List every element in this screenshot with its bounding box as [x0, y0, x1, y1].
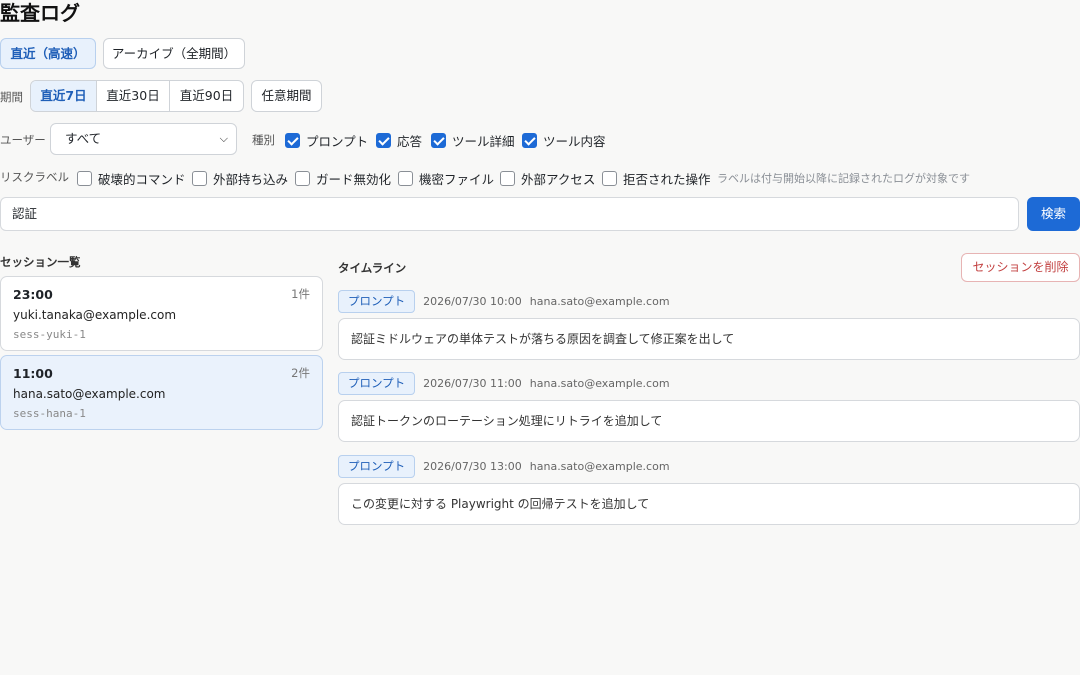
period-label: 期間 [0, 90, 23, 104]
session-user: hana.sato@example.com [13, 387, 166, 401]
entry-timestamp: 2026/07/30 11:00 [423, 377, 522, 390]
risk-checkbox-guard-disabled[interactable]: ガード無効化 [295, 169, 391, 188]
custom-period-button[interactable]: 任意期間 [251, 80, 322, 112]
type-checkbox-label: プロンプト [306, 134, 369, 149]
session-id: sess-yuki-1 [13, 328, 86, 341]
session-count: 1件 [291, 287, 310, 301]
entry-user: hana.sato@example.com [529, 460, 670, 473]
user-select[interactable]: すべて ⌵ [50, 123, 237, 155]
session-user: yuki.tanaka@example.com [13, 308, 177, 322]
checkbox-unchecked-icon[interactable] [295, 171, 310, 186]
checkbox-unchecked-icon[interactable] [77, 171, 92, 186]
type-checkbox-prompt[interactable]: プロンプト [285, 131, 368, 150]
checkbox-checked-icon[interactable] [376, 133, 391, 148]
timeline-entry-text[interactable]: 認証ミドルウェアの単体テストが落ちる原因を調査して修正案を出して [338, 318, 1080, 360]
type-filter-label: 種別 [252, 133, 275, 147]
timeline-entry-header: プロンプト 2026/07/30 13:00 hana.sato@example… [338, 455, 678, 478]
risk-checkbox-external-import[interactable]: 外部持ち込み [192, 169, 288, 188]
delete-session-button[interactable]: セッションを削除 [961, 253, 1080, 282]
entry-type-badge: プロンプト [338, 372, 416, 395]
type-checkbox-label: ツール内容 [543, 134, 606, 149]
session-item-selected[interactable]: 11:00 2件 hana.sato@example.com sess-hana… [0, 355, 323, 430]
timeline-heading: タイムライン [338, 261, 407, 275]
entry-user: hana.sato@example.com [529, 377, 670, 390]
session-time: 23:00 [13, 287, 53, 302]
type-checkbox-tool-detail[interactable]: ツール詳細 [431, 131, 515, 150]
risk-checkbox-external-access[interactable]: 外部アクセス [500, 169, 595, 188]
tab-archive-all[interactable]: アーカイブ（全期間） [103, 38, 245, 69]
checkbox-checked-icon[interactable] [431, 133, 446, 148]
period-option-30d[interactable]: 直近30日 [97, 81, 170, 111]
risk-checkbox-label: 拒否された操作 [623, 172, 711, 187]
entry-timestamp: 2026/07/30 13:00 [423, 460, 522, 473]
period-option-7d[interactable]: 直近7日 [31, 81, 97, 111]
risk-checkbox-label: 破壊的コマンド [98, 172, 186, 187]
type-checkbox-label: 応答 [397, 134, 423, 149]
entry-user: hana.sato@example.com [529, 295, 670, 308]
checkbox-checked-icon[interactable] [285, 133, 300, 148]
search-input[interactable]: 認証 [0, 197, 1019, 231]
timeline-entry-header: プロンプト 2026/07/30 11:00 hana.sato@example… [338, 372, 678, 395]
risk-checkbox-label: 外部持ち込み [213, 172, 289, 187]
period-segmented-control: 直近7日 直近30日 直近90日 [30, 80, 244, 112]
page-title: 監査ログ [0, 1, 80, 25]
chevron-down-icon: ⌵ [219, 132, 228, 145]
risk-checkbox-label: 機密ファイル [419, 172, 495, 187]
entry-timestamp: 2026/07/30 10:00 [423, 295, 522, 308]
checkbox-checked-icon[interactable] [522, 133, 537, 148]
user-select-value: すべて [65, 131, 102, 146]
checkbox-unchecked-icon[interactable] [192, 171, 207, 186]
period-option-90d[interactable]: 直近90日 [170, 81, 243, 111]
session-time: 11:00 [13, 366, 53, 381]
type-checkbox-label: ツール詳細 [452, 134, 515, 149]
session-item[interactable]: 23:00 1件 yuki.tanaka@example.com sess-yu… [0, 276, 323, 351]
risk-label-hint: ラベルは付与開始以降に記録されたログが対象です [717, 172, 970, 185]
session-count: 2件 [291, 366, 310, 380]
user-filter-label: ユーザー [0, 133, 46, 147]
risk-checkbox-label: 外部アクセス [521, 172, 596, 187]
risk-checkbox-denied-operation[interactable]: 拒否された操作 [602, 169, 711, 188]
timeline-entry-header: プロンプト 2026/07/30 10:00 hana.sato@example… [338, 290, 678, 313]
session-id: sess-hana-1 [13, 407, 86, 420]
risk-checkbox-label: ガード無効化 [316, 172, 392, 187]
sessions-heading: セッション一覧 [0, 255, 81, 269]
risk-filter-label: リスクラベル [0, 170, 69, 184]
checkbox-unchecked-icon[interactable] [500, 171, 515, 186]
timeline-entry-text[interactable]: 認証トークンのローテーション処理にリトライを追加して [338, 400, 1080, 442]
type-checkbox-tool-content[interactable]: ツール内容 [522, 131, 606, 150]
checkbox-unchecked-icon[interactable] [602, 171, 617, 186]
search-button[interactable]: 検索 [1027, 197, 1080, 231]
risk-checkbox-destructive[interactable]: 破壊的コマンド [77, 169, 186, 188]
checkbox-unchecked-icon[interactable] [398, 171, 413, 186]
entry-type-badge: プロンプト [338, 455, 416, 478]
entry-type-badge: プロンプト [338, 290, 416, 313]
timeline-entry-text[interactable]: この変更に対する Playwright の回帰テストを追加して [338, 483, 1080, 525]
risk-checkbox-sensitive-file[interactable]: 機密ファイル [398, 169, 494, 188]
tab-recent-fast[interactable]: 直近（高速） [0, 38, 96, 69]
type-checkbox-response[interactable]: 応答 [376, 131, 422, 150]
